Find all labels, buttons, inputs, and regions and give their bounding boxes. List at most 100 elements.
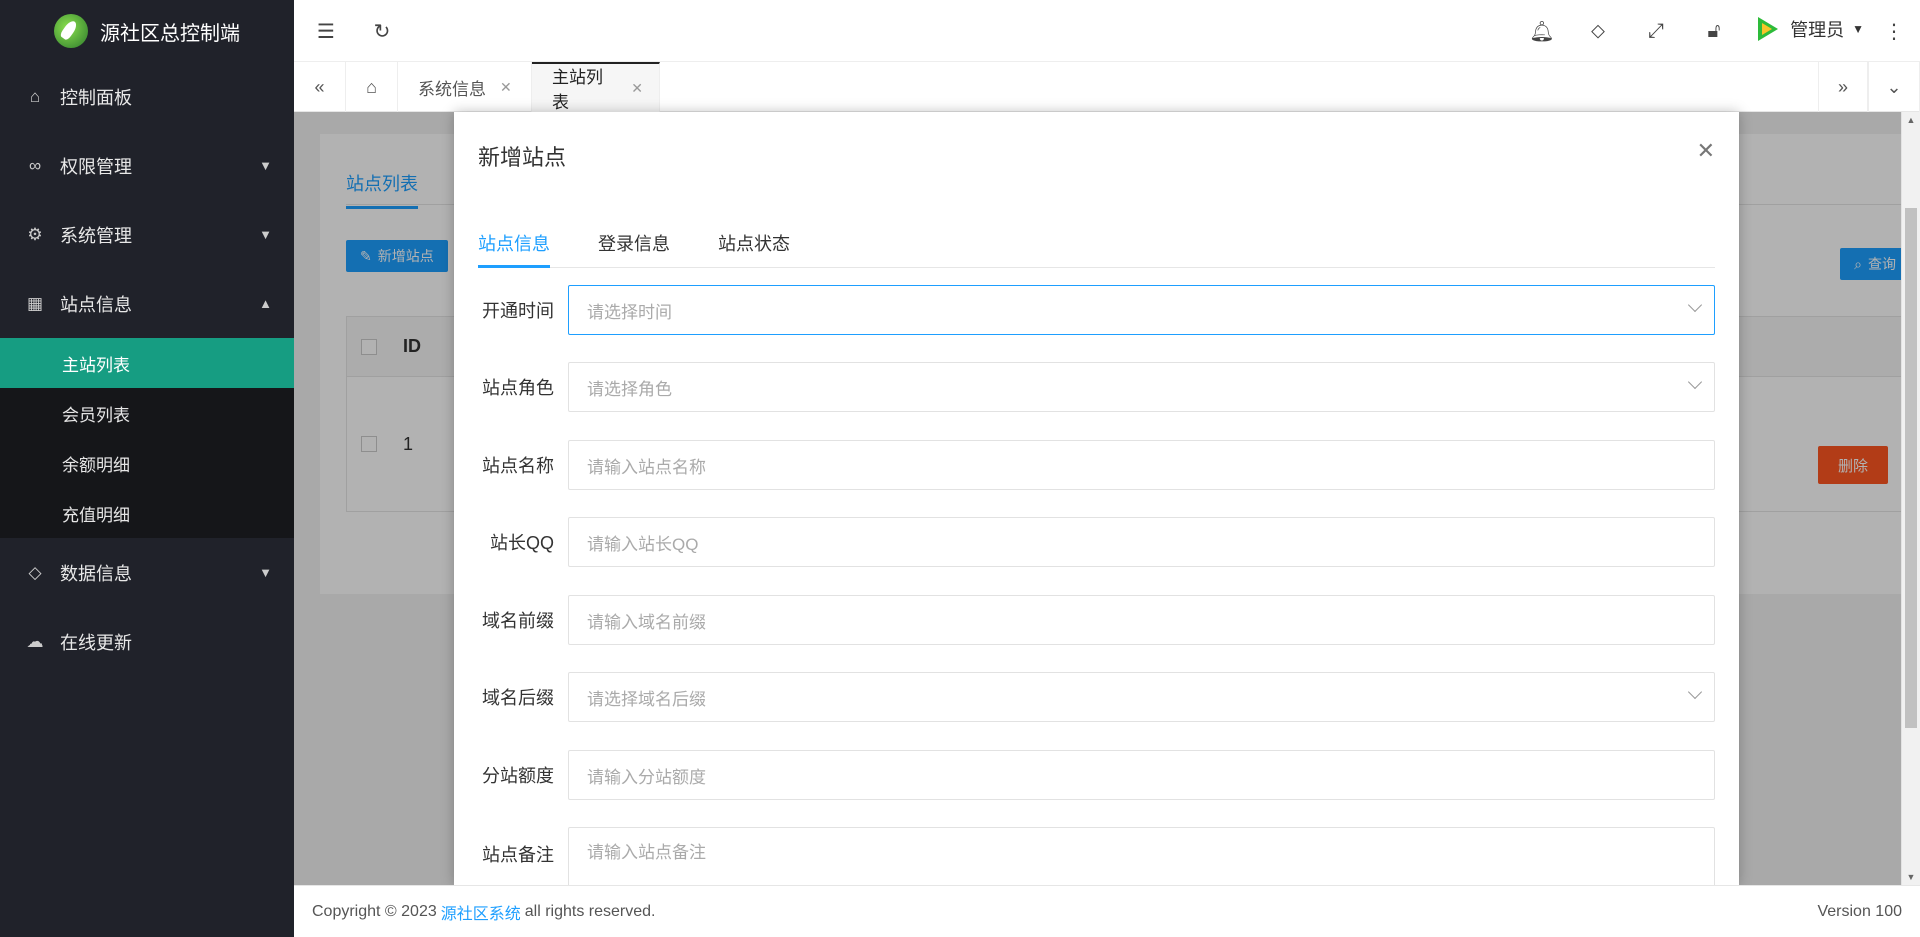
tab-site-info[interactable]: 站点信息 (478, 230, 550, 268)
placeholder: 请选择时间 (587, 302, 672, 322)
sidebar-item-system[interactable]: ⚙ 系统管理 ▼ (0, 200, 294, 269)
page-tabs-bar: « ⌂ 系统信息 ✕ 主站列表 ✕ » ⌄ (294, 62, 1920, 112)
scroll-thumb[interactable] (1905, 208, 1917, 728)
chevron-down-icon: ▼ (259, 158, 272, 173)
tab-site-status[interactable]: 站点状态 (718, 230, 790, 268)
sidebar-item-dashboard[interactable]: ⌂ 控制面板 (0, 62, 294, 131)
sidebar-item-label: 控制面板 (60, 87, 132, 108)
chevron-down-icon (1687, 374, 1703, 390)
form-row-open-time: 开通时间 请选择时间 (478, 285, 1715, 335)
bell-icon[interactable]: 🔔︎ (1528, 17, 1556, 45)
tag-icon[interactable]: ⬦ (1584, 17, 1612, 45)
sidebar-subitem-recharge[interactable]: 充值明细 (0, 488, 294, 538)
site-role-select[interactable]: 请选择角色 (568, 362, 1715, 412)
placeholder: 请输入站点名称 (587, 457, 706, 477)
chevron-down-icon (1687, 684, 1703, 700)
close-icon[interactable]: ✕ (500, 79, 512, 96)
copyright-text: Copyright © 2023 (312, 902, 437, 920)
fullscreen-icon[interactable]: ⤢ (1642, 17, 1670, 45)
home-icon: ⌂ (29, 86, 41, 106)
field-label: 站长QQ (489, 533, 554, 553)
form-row-site-name: 站点名称 请输入站点名称 (478, 440, 1715, 490)
sidebar-item-update[interactable]: ☁ 在线更新 (0, 607, 294, 676)
top-header: ☰ ↻ 🔔︎ ⬦ ⤢ 🔓︎ 管理员 ▼ ⋮ (294, 0, 1920, 62)
tabs-scroll-right-icon[interactable]: » (1818, 62, 1868, 112)
sidebar-subitem-members[interactable]: 会员列表 (0, 388, 294, 438)
form-row-domain-suffix: 域名后缀 请选择域名后缀 (478, 672, 1715, 722)
placeholder: 请输入站长QQ (587, 534, 699, 554)
add-site-dialog: 新增站点 ✕ 站点信息 登录信息 站点状态 开通时间 请选择时间 站点角色 请选… (454, 112, 1739, 885)
form-row-owner-qq: 站长QQ 请输入站长QQ (478, 517, 1715, 567)
dialog-title: 新增站点 (478, 145, 567, 170)
dialog-tabs: 站点信息 登录信息 站点状态 (478, 230, 1715, 268)
field-label: 站点名称 (482, 456, 554, 476)
sidebar: 源社区总控制端 ⌂ 控制面板 ∞ 权限管理 ▼ ⚙ 系统管理 ▼ ▦ 站点信息 … (0, 0, 294, 937)
avatar (1756, 14, 1782, 44)
sidebar-item-label: 在线更新 (60, 632, 132, 653)
form-row-site-role: 站点角色 请选择角色 (478, 362, 1715, 412)
apps-icon: ▦ (26, 293, 44, 313)
field-label: 开通时间 (482, 301, 554, 321)
footer-link[interactable]: 源社区系统 (441, 900, 521, 924)
quota-input[interactable]: 请输入分站额度 (568, 750, 1715, 800)
domain-suffix-select[interactable]: 请选择域名后缀 (568, 672, 1715, 722)
tab-login-info[interactable]: 登录信息 (598, 230, 670, 268)
site-name-input[interactable]: 请输入站点名称 (568, 440, 1715, 490)
tab-system-info[interactable]: 系统信息 ✕ (398, 62, 532, 112)
sidebar-subitem-main-sites[interactable]: 主站列表 (0, 338, 294, 388)
chevron-down-icon: ▼ (259, 227, 272, 242)
sidebar-submenu: 主站列表 会员列表 余额明细 充值明细 (0, 338, 294, 538)
close-icon[interactable]: ✕ (631, 80, 643, 97)
sidebar-item-label: 数据信息 (60, 563, 132, 584)
field-label: 站点备注 (482, 845, 554, 865)
user-menu[interactable]: 管理员 ▼ (1756, 14, 1864, 44)
lock-icon[interactable]: 🔓︎ (1700, 17, 1728, 45)
cloud-upload-icon: ☁ (26, 631, 44, 651)
tab-main-sites[interactable]: 主站列表 ✕ (532, 62, 660, 112)
gear-icon: ⚙ (27, 224, 43, 244)
user-name: 管理员 (1790, 20, 1845, 40)
home-tab-icon[interactable]: ⌂ (346, 62, 398, 112)
refresh-icon[interactable]: ↻ (368, 17, 396, 45)
tab-label: 系统信息 (418, 79, 486, 99)
menu-collapse-icon[interactable]: ☰ (312, 17, 340, 45)
footer: Copyright © 2023 源社区系统 all rights reserv… (294, 885, 1920, 937)
sidebar-item-data[interactable]: ◇ 数据信息 ▼ (0, 538, 294, 607)
sidebar-subitem-balance[interactable]: 余额明细 (0, 438, 294, 488)
tabs-scroll-left-icon[interactable]: « (294, 62, 346, 112)
field-label: 域名后缀 (482, 688, 554, 708)
field-label: 域名前缀 (482, 611, 554, 631)
scroll-up-icon[interactable]: ▲ (1902, 112, 1920, 128)
scrollbar[interactable]: ▲ ▼ (1901, 112, 1920, 885)
app-title: 源社区总控制端 (100, 22, 240, 45)
close-icon[interactable]: ✕ (1697, 138, 1715, 164)
placeholder: 请选择域名后缀 (587, 689, 706, 709)
sidebar-item-sites[interactable]: ▦ 站点信息 ▲ (0, 269, 294, 338)
placeholder: 请输入域名前缀 (587, 612, 706, 632)
open-time-select[interactable]: 请选择时间 (568, 285, 1715, 335)
field-label: 站点角色 (482, 378, 554, 398)
rocket-logo-icon (54, 14, 88, 48)
chevron-up-icon: ▲ (259, 296, 272, 311)
rights-text: all rights reserved. (524, 902, 656, 920)
scroll-down-icon[interactable]: ▼ (1902, 869, 1920, 885)
chevron-down-icon: ▼ (259, 565, 272, 580)
tabs-menu-chevron-icon[interactable]: ⌄ (1868, 62, 1920, 112)
field-label: 分站额度 (482, 766, 554, 786)
diamond-icon: ◇ (28, 562, 42, 582)
domain-prefix-input[interactable]: 请输入域名前缀 (568, 595, 1715, 645)
logo[interactable]: 源社区总控制端 (0, 0, 294, 62)
sidebar-item-label: 系统管理 (60, 225, 132, 246)
form-row-remark: 站点备注 请输入站点备注 (478, 827, 1715, 885)
tab-label: 主站列表 (552, 68, 603, 112)
sidebar-item-permissions[interactable]: ∞ 权限管理 ▼ (0, 131, 294, 200)
placeholder: 请输入分站额度 (587, 767, 706, 787)
version-text: Version 100 (1817, 902, 1902, 920)
remark-textarea[interactable]: 请输入站点备注 (568, 827, 1715, 885)
link-icon: ∞ (28, 155, 42, 175)
more-vertical-icon[interactable]: ⋮ (1880, 17, 1908, 45)
sidebar-item-label: 站点信息 (60, 294, 132, 315)
form-row-quota: 分站额度 请输入分站额度 (478, 750, 1715, 800)
form-row-domain-prefix: 域名前缀 请输入域名前缀 (478, 595, 1715, 645)
owner-qq-input[interactable]: 请输入站长QQ (568, 517, 1715, 567)
